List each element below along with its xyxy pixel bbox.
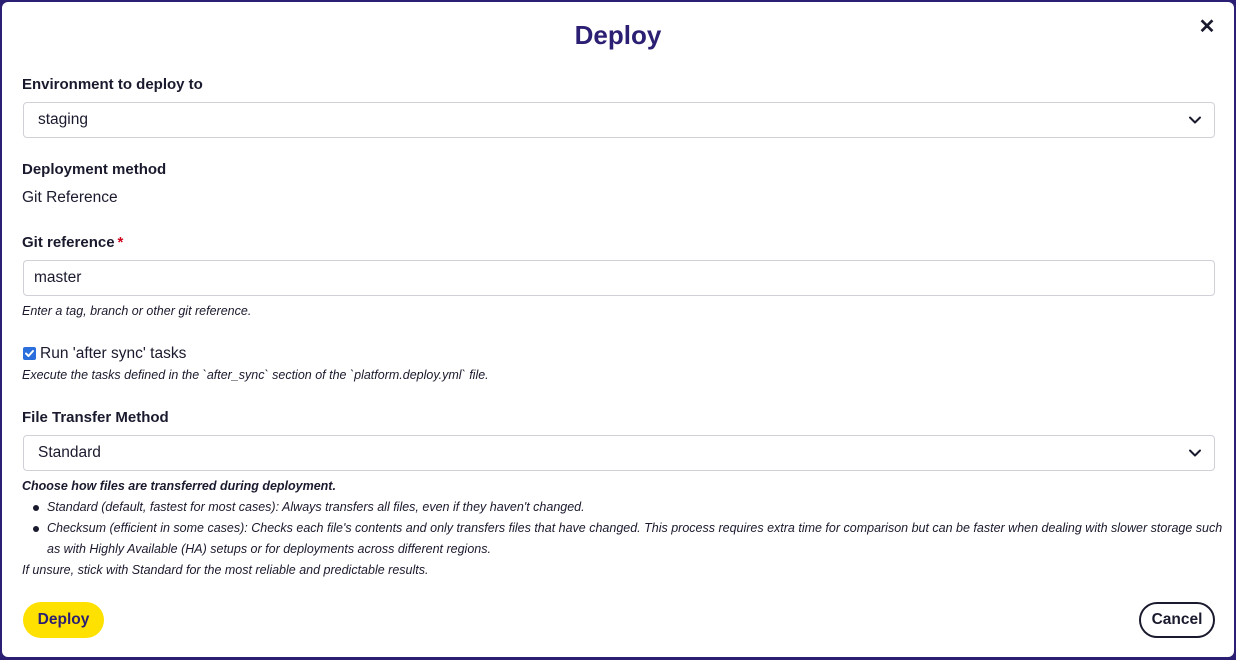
environment-select[interactable]: staging [23, 102, 1215, 138]
chevron-down-icon [1189, 449, 1201, 457]
environment-label: Environment to deploy to [22, 76, 203, 93]
file-transfer-footer-hint: If unsure, stick with Standard for the m… [22, 563, 429, 577]
file-transfer-label: File Transfer Method [22, 409, 169, 426]
chevron-down-icon [1189, 116, 1201, 124]
deployment-method-label: Deployment method [22, 161, 167, 178]
deploy-button[interactable]: Deploy [23, 602, 104, 638]
after-sync-hint: Execute the tasks defined in the `after_… [22, 368, 489, 382]
file-transfer-help-heading: Choose how files are transferred during … [22, 479, 336, 493]
option-checksum-description: Checksum (efficient in some cases): Chec… [33, 518, 1236, 560]
git-reference-hint: Enter a tag, branch or other git referen… [22, 304, 252, 318]
file-transfer-select[interactable]: Standard [23, 435, 1215, 471]
deployment-method-value: Git Reference [22, 189, 118, 206]
option-standard-description: Standard (default, fastest for most case… [33, 497, 1236, 518]
after-sync-label[interactable]: Run 'after sync' tasks [40, 345, 186, 363]
close-icon[interactable]: ✕ [1196, 16, 1218, 38]
after-sync-checkbox[interactable] [23, 347, 36, 360]
git-reference-label: Git reference * [22, 234, 123, 251]
file-transfer-selected-value: Standard [38, 444, 101, 461]
git-reference-input[interactable] [34, 261, 1204, 295]
deploy-dialog: Deploy ✕ Environment to deploy to stagin… [2, 2, 1234, 657]
git-reference-label-text: Git reference [22, 234, 115, 251]
cancel-button[interactable]: Cancel [1139, 602, 1215, 638]
required-marker: * [117, 234, 124, 251]
git-reference-field[interactable] [23, 260, 1215, 296]
environment-selected-value: staging [38, 111, 88, 128]
file-transfer-options-list: Standard (default, fastest for most case… [22, 497, 1236, 560]
checkmark-icon [25, 350, 34, 357]
dialog-title: Deploy [574, 20, 662, 50]
